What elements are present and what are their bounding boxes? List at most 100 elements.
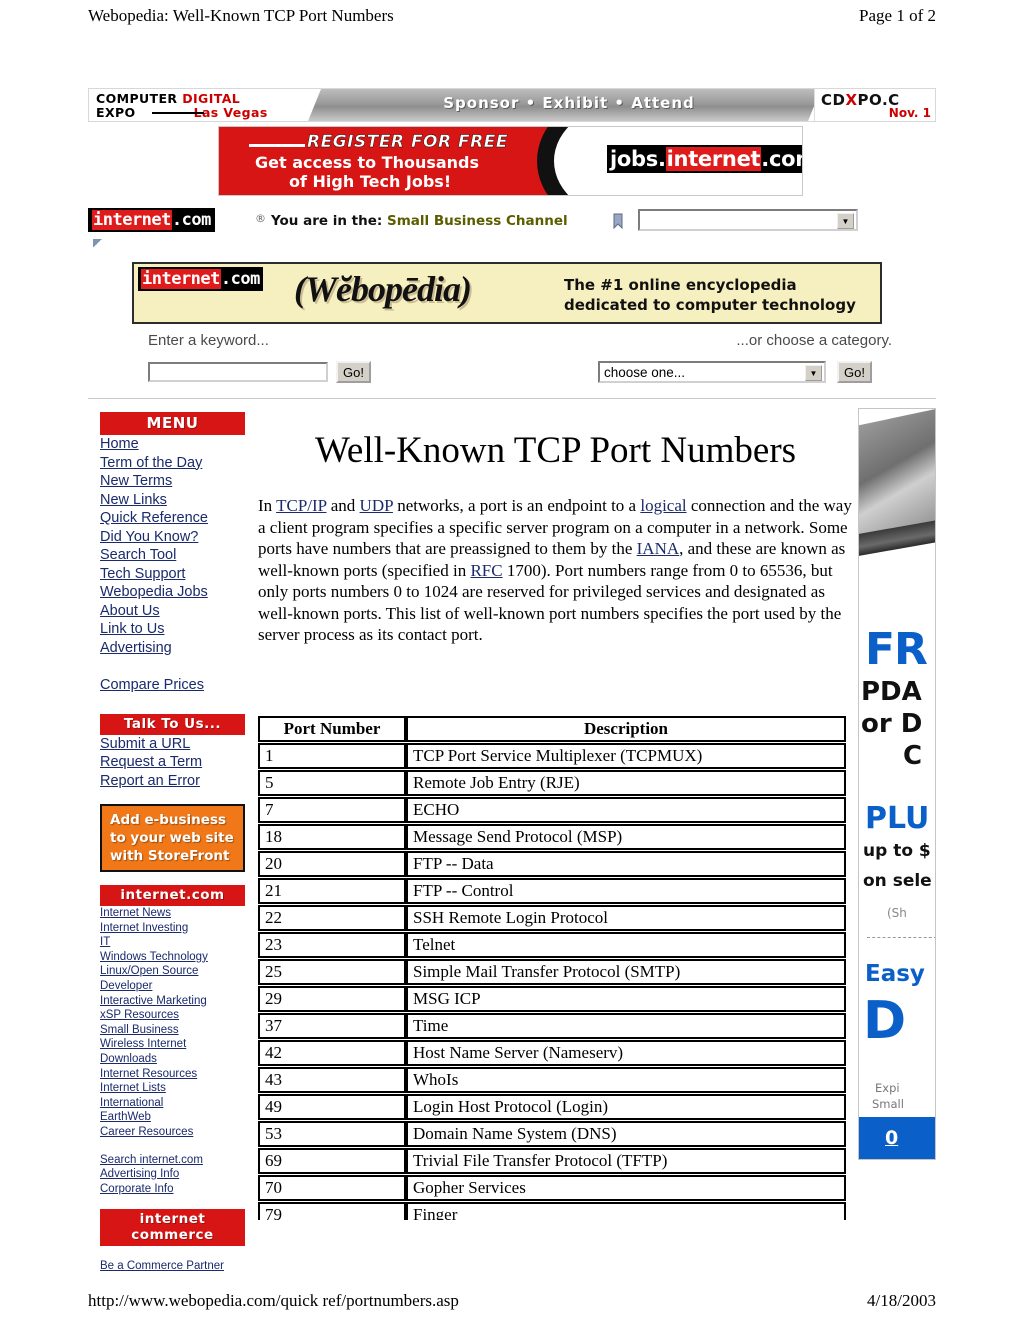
cell-description: ECHO <box>406 797 846 823</box>
channel-select-dropdown[interactable]: ▼ <box>638 209 858 231</box>
description-link[interactable]: Domain Name System <box>413 1124 567 1143</box>
cdxpo-nav-text[interactable]: Sponsor • Exhibit • Attend <box>369 94 769 112</box>
description-link[interactable]: Gopher <box>413 1178 464 1197</box>
jobs-logo-part-a: jobs. <box>610 147 666 171</box>
table-row: 21 FTP -- Control <box>258 878 846 904</box>
ad-cta-link[interactable]: 0 <box>885 1127 898 1149</box>
description-link[interactable]: Finger <box>413 1205 457 1220</box>
cell-description: Telnet <box>406 932 846 958</box>
category-select-dropdown[interactable]: choose one... ▼ <box>598 361 826 383</box>
storefront-line3: with StoreFront <box>110 848 230 864</box>
ad-line-or-d: or D <box>861 709 923 739</box>
sidebar-item-link-to-us[interactable]: Link to Us <box>100 620 245 639</box>
keyword-search-input[interactable] <box>148 362 328 382</box>
sidebar-item-internet-investing[interactable]: Internet Investing <box>100 921 245 936</box>
sidebar-item-search-tool[interactable]: Search Tool <box>100 546 245 565</box>
sidebar-item-quick-reference[interactable]: Quick Reference <box>100 509 245 528</box>
storefront-ad[interactable]: Add e-business to your web site with Sto… <box>100 804 245 872</box>
description-text: ECHO <box>413 800 460 819</box>
sidebar-item-compare-prices[interactable]: Compare Prices <box>100 676 245 695</box>
cell-description: Finger <box>406 1202 846 1220</box>
article-link[interactable]: RFC <box>470 561 502 580</box>
description-text: Services <box>463 1178 526 1197</box>
cell-port-number: 53 <box>258 1121 406 1147</box>
sidebar-item-did-you-know[interactable]: Did You Know? <box>100 528 245 547</box>
sidebar-item-xsp-resources[interactable]: xSP Resources <box>100 1008 245 1023</box>
sidebar-item-linux-open-source[interactable]: Linux/Open Source <box>100 964 245 979</box>
sidebar-item-advertising-info[interactable]: Advertising Info <box>100 1167 245 1182</box>
webopedia-masthead-banner[interactable]: internet.com (Wĕbopēdia) The #1 online e… <box>132 262 882 324</box>
jobs-logo-part-c: .com <box>761 147 802 171</box>
sidebar-item-new-terms[interactable]: New Terms <box>100 472 245 491</box>
description-link[interactable]: SSH <box>413 908 444 927</box>
cell-description: TCP Port Service Multiplexer (TCPMUX) <box>406 743 846 769</box>
sidebar-item-internet-resources[interactable]: Internet Resources <box>100 1067 245 1082</box>
sidebar-item-earthweb[interactable]: EarthWeb <box>100 1110 245 1125</box>
sidebar-item-downloads[interactable]: Downloads <box>100 1052 245 1067</box>
webopedia-internet-com-logo: internet.com <box>138 267 263 291</box>
sidebar-item-term-of-the-day[interactable]: Term of the Day <box>100 454 245 473</box>
sidebar-item-report-an-error[interactable]: Report an Error <box>100 772 245 791</box>
sidebar-item-submit-a-url[interactable]: Submit a URL <box>100 735 245 754</box>
description-text: (DNS) <box>566 1124 617 1143</box>
sidebar-item-small-business[interactable]: Small Business <box>100 1023 245 1038</box>
article-text: networks, a port is an endpoint to a <box>392 496 641 515</box>
chevron-down-icon[interactable]: ▼ <box>805 365 822 381</box>
description-text: Host Name Server (Nameserv) <box>413 1043 624 1062</box>
sidebar-item-international[interactable]: International <box>100 1096 245 1111</box>
category-label: ...or choose a category. <box>736 332 892 349</box>
channel-name: Small Business Channel <box>387 213 568 229</box>
sidebar-item-advertising[interactable]: Advertising <box>100 639 245 658</box>
jobs-internet-banner-ad[interactable]: REGISTER FOR FREE Get access to Thousand… <box>218 126 803 196</box>
channel-label: You are in the: Small Business Channel <box>271 213 568 229</box>
table-row: 22 SSH Remote Login Protocol <box>258 905 846 931</box>
internet-com-logo[interactable]: internet.com <box>88 208 215 232</box>
sidebar-item-career-resources[interactable]: Career Resources <box>100 1125 245 1140</box>
sidebar-item-developer[interactable]: Developer <box>100 979 245 994</box>
category-go-button[interactable]: Go! <box>837 361 872 383</box>
cell-port-number: 21 <box>258 878 406 904</box>
sidebar-item-about-us[interactable]: About Us <box>100 602 245 621</box>
article-link[interactable]: logical <box>640 496 686 515</box>
dell-skyscraper-ad[interactable]: FR PDA or D C PLU up to $ on sele (Sh Ea… <box>858 408 936 1160</box>
sidebar-item-internet-lists[interactable]: Internet Lists <box>100 1081 245 1096</box>
sidebar-item-search-internet-com[interactable]: Search internet.com <box>100 1153 245 1168</box>
sidebar-item-interactive-marketing[interactable]: Interactive Marketing <box>100 994 245 1009</box>
description-text: Message Send Protocol (MSP) <box>413 827 623 846</box>
cell-description: FTP -- Control <box>406 878 846 904</box>
sidebar-item-windows-technology[interactable]: Windows Technology <box>100 950 245 965</box>
sidebar-item-webopedia-jobs[interactable]: Webopedia Jobs <box>100 583 245 602</box>
sidebar-item-new-links[interactable]: New Links <box>100 491 245 510</box>
table-row: 7 ECHO <box>258 797 846 823</box>
cell-port-number: 79 <box>258 1202 406 1220</box>
article-link[interactable]: TCP/IP <box>276 496 326 515</box>
description-link[interactable]: FTP <box>413 854 442 873</box>
keyword-go-button[interactable]: Go! <box>336 361 371 383</box>
bookmark-icon[interactable] <box>613 213 623 230</box>
sidebar-item-internet-news[interactable]: Internet News <box>100 906 245 921</box>
sidebar-item-tech-support[interactable]: Tech Support <box>100 565 245 584</box>
port-table-body: 1 TCP Port Service Multiplexer (TCPMUX) 5 R… <box>258 743 846 1220</box>
sidebar-item-home[interactable]: Home <box>100 435 245 454</box>
sidebar-item-request-a-term[interactable]: Request a Term <box>100 753 245 772</box>
article-link[interactable]: IANA <box>637 539 680 558</box>
sidebar-item-wireless-internet[interactable]: Wireless Internet <box>100 1037 245 1052</box>
channel-select-value <box>640 212 644 227</box>
sidebar-item-corporate-info[interactable]: Corporate Info <box>100 1182 245 1197</box>
table-header-row: Port Number Description <box>258 716 846 742</box>
description-link[interactable]: TCP <box>413 746 444 765</box>
cell-description: SSH Remote Login Protocol <box>406 905 846 931</box>
ad-dashed-divider <box>867 937 935 938</box>
description-link[interactable]: Trivial File Transfer Protocol <box>413 1151 612 1170</box>
sidebar-item-it[interactable]: IT <box>100 935 245 950</box>
article-link[interactable]: UDP <box>360 496 393 515</box>
ad-cta-bar[interactable]: 0 <box>859 1117 935 1159</box>
description-link[interactable]: Telnet <box>413 935 455 954</box>
chevron-down-icon[interactable]: ▼ <box>837 213 854 229</box>
description-link[interactable]: Simple Mail Transfer Protocol <box>413 962 620 981</box>
cdxpo-banner-ad[interactable]: COMPUTER DIGITAL EXPO Las Vegas Sponsor •… <box>88 88 936 122</box>
jobs-internet-logo: jobs.internet.com <box>607 145 802 173</box>
sidebar-item-be-a-commerce-partner[interactable]: Be a Commerce Partner <box>100 1259 245 1274</box>
webopedia-tagline-line2: dedicated to computer technology <box>564 296 856 314</box>
